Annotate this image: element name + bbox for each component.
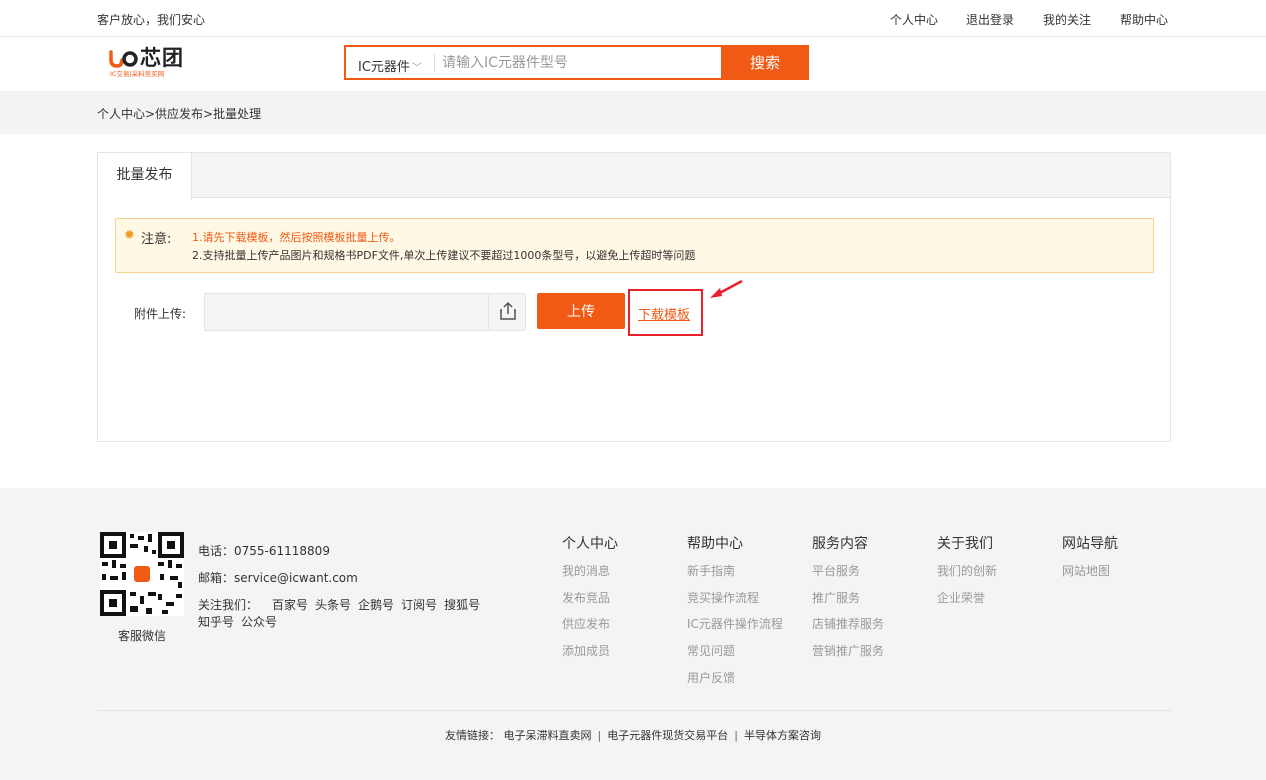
search-category-label: IC元器件 (358, 60, 410, 75)
follow-gongzhonghao[interactable]: 公众号 (241, 615, 277, 629)
footer-link[interactable]: 我的消息 (562, 562, 610, 579)
search-box: IC元器件﹀ 搜索 (344, 45, 809, 80)
separator: | (597, 729, 602, 742)
footer-link[interactable]: 常见问题 (687, 642, 735, 659)
footer-link[interactable]: 企业荣誉 (937, 589, 985, 606)
search-button[interactable]: 搜索 (721, 45, 809, 80)
contact-phone: 电话：0755-61118809 (198, 544, 330, 558)
footer-link[interactable]: 平台服务 (812, 562, 860, 579)
top-link-personal-center[interactable]: 个人中心 (890, 11, 938, 28)
footer-link[interactable]: 供应发布 (562, 615, 610, 632)
footer-link[interactable]: 店铺推荐服务 (812, 615, 884, 632)
search-category-select[interactable]: IC元器件 ﹀ (358, 56, 422, 75)
separator: | (734, 729, 738, 742)
footer-link[interactable]: 营销推广服务 (812, 642, 884, 659)
follow-zhihu[interactable]: 知乎号 (198, 615, 234, 629)
search-divider (434, 54, 435, 72)
follow-sohu[interactable]: 搜狐号 (444, 598, 480, 612)
footer-link[interactable]: 我们的创新 (937, 562, 997, 579)
footer-col-title-services: 服务内容 (812, 536, 868, 552)
footer-link[interactable]: 添加成员 (562, 642, 610, 659)
friend-links-label: 友情链接： (445, 729, 501, 742)
notice-label: 注意: (141, 232, 172, 247)
notice-line-1: 1.请先下载模板，然后按照模板批量上传。 (192, 231, 401, 244)
follow-label: 关注我们： (198, 598, 259, 612)
footer-col-title-personal: 个人中心 (562, 536, 618, 552)
logo-mark-icon (109, 50, 138, 68)
footer-link[interactable]: 用户反馈 (687, 669, 735, 686)
follow-baijiahao[interactable]: 百家号 (272, 598, 308, 612)
notice-box: ✹ 注意: 1.请先下载模板，然后按照模板批量上传。 2.支持批量上传产品图片和… (115, 218, 1154, 273)
footer-link[interactable]: 网站地图 (1062, 562, 1110, 579)
follow-qiehao[interactable]: 企鹅号 (358, 598, 394, 612)
file-input[interactable] (204, 293, 526, 331)
follow-us-row-2: 知乎号 公众号 (198, 613, 284, 630)
attachment-label: 附件上传: (134, 307, 187, 321)
logo-text: 芯团 (140, 46, 184, 70)
notice-line-2: 2.支持批量上传产品图片和规格书PDF文件,单次上传建议不要超过1000条型号，… (192, 249, 696, 262)
footer-link[interactable]: 推广服务 (812, 589, 860, 606)
tab-batch-publish[interactable]: 批量发布 (98, 153, 192, 199)
qr-code-icon (100, 532, 184, 616)
footer-link[interactable]: 发布竞品 (562, 589, 610, 606)
footer-link[interactable]: 竞买操作流程 (687, 589, 759, 606)
top-link-help-center[interactable]: 帮助中心 (1120, 11, 1168, 28)
tab-strip (98, 153, 1170, 198)
footer-link[interactable]: IC元器件操作流程 (687, 615, 783, 632)
top-link-logout[interactable]: 退出登录 (966, 11, 1014, 28)
friend-link[interactable]: 半导体方案咨询 (744, 729, 821, 742)
upload-button[interactable]: 上传 (537, 293, 625, 329)
site-logo[interactable]: 芯团 IC交易|采料竞买网 (108, 46, 194, 82)
top-link-my-follows[interactable]: 我的关注 (1043, 11, 1091, 28)
footer-link[interactable]: 新手指南 (687, 562, 735, 579)
breadcrumb: 个人中心>供应发布>批量处理 (97, 107, 262, 121)
search-input[interactable] (442, 50, 718, 76)
friend-link[interactable]: 电子元器件现货交易平台 (607, 729, 728, 742)
follow-toutiao[interactable]: 头条号 (315, 598, 351, 612)
follow-us: 关注我们： 百家号 头条号 企鹅号 订阅号 搜狐号 (198, 596, 487, 613)
friend-links: 友情链接： 电子呆滞料直卖网 | 电子元器件现货交易平台 | 半导体方案咨询 (0, 727, 1266, 743)
footer-col-title-sitemap: 网站导航 (1062, 536, 1118, 552)
follow-dingyuehao[interactable]: 订阅号 (401, 598, 437, 612)
qr-caption: 客服微信 (118, 629, 167, 643)
contact-email: 邮箱：service@icwant.com (198, 571, 358, 585)
sun-icon: ✹ (124, 228, 135, 243)
logo-subtitle: IC交易|采料竞买网 (110, 70, 165, 78)
batch-panel: 批量发布 ✹ 注意: 1.请先下载模板，然后按照模板批量上传。 2.支持批量上传… (97, 152, 1171, 442)
slogan: 客户放心，我们安心 (97, 13, 206, 27)
upload-icon (500, 301, 516, 320)
friend-link[interactable]: 电子呆滞料直卖网 (504, 729, 592, 742)
footer-col-title-about: 关于我们 (937, 536, 993, 552)
file-select-button[interactable] (488, 293, 526, 331)
footer-col-title-help: 帮助中心 (687, 536, 743, 552)
annotation-arrow-icon (710, 279, 743, 298)
chevron-down-icon: ﹀ (411, 63, 422, 74)
download-template-link[interactable]: 下载模板 (638, 304, 690, 323)
footer-divider (97, 710, 1171, 711)
